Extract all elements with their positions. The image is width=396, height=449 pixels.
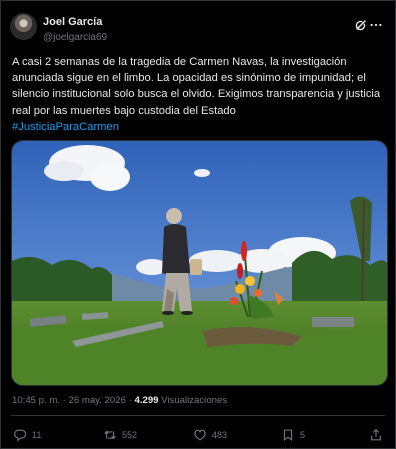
post-image[interactable]: [11, 140, 388, 386]
author-name[interactable]: Joel García: [43, 16, 102, 28]
more-icon[interactable]: [369, 18, 383, 32]
repost-button[interactable]: 552: [103, 425, 137, 445]
views-count: 4.299: [134, 395, 159, 406]
repost-icon: [104, 430, 116, 440]
post-text: A casi 2 semanas de la tragedia de Carme…: [12, 54, 388, 135]
views-label: Visualizaciones: [158, 395, 228, 406]
action-bar: 11 552 483 5: [13, 425, 383, 445]
share-button[interactable]: [369, 425, 383, 445]
bookmark-count: 5: [300, 430, 306, 440]
bookmark-icon: [283, 429, 293, 441]
post-meta: 10:45 p. m. · 26 may. 2026 · 4.299 Visua…: [12, 395, 227, 406]
avatar[interactable]: [10, 13, 37, 40]
grok-icon[interactable]: [354, 18, 368, 32]
divider: [11, 415, 385, 416]
bookmark-button[interactable]: 5: [281, 425, 305, 445]
like-button[interactable]: 483: [193, 425, 227, 445]
reply-button[interactable]: 11: [13, 425, 41, 445]
hashtag-link[interactable]: #JusticiaParaCarmen: [12, 119, 388, 135]
post-header: Joel García @joelgarcia69: [10, 10, 383, 46]
share-icon: [371, 428, 381, 441]
post-card: Joel García @joelgarcia69 A casi 2 seman…: [0, 0, 396, 449]
author-handle[interactable]: @joelgarcia69: [43, 32, 107, 43]
repost-count: 552: [122, 430, 138, 440]
like-count: 483: [212, 430, 228, 440]
post-timestamp[interactable]: 10:45 p. m. · 26 may. 2026 ·: [12, 395, 134, 406]
like-icon: [194, 429, 206, 441]
reply-count: 11: [32, 430, 42, 440]
post-body: A casi 2 semanas de la tragedia de Carme…: [12, 56, 381, 117]
cemetery-photo: [12, 141, 387, 385]
reply-icon: [14, 429, 27, 442]
